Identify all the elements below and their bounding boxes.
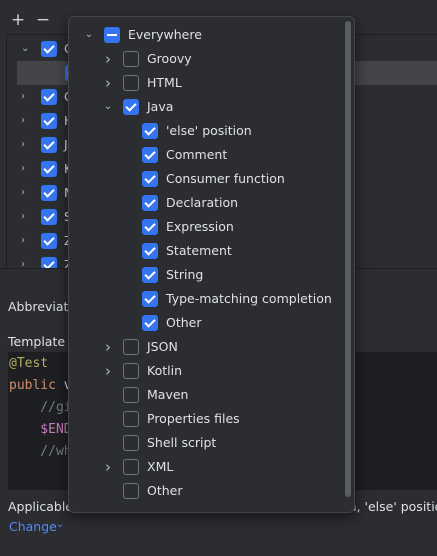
template-checkbox[interactable]	[41, 185, 57, 201]
applicable-contexts-popup: ⌄ Everywhere › Groovy › HTML ⌄ Java 'else' posit…	[68, 16, 355, 513]
context-item[interactable]: › JSON	[69, 335, 339, 359]
context-item[interactable]: Consumer function	[69, 167, 339, 191]
context-checkbox[interactable]	[123, 459, 139, 475]
code-line-1: @Test	[9, 356, 49, 371]
context-item[interactable]: › HTML	[69, 71, 339, 95]
template-checkbox[interactable]	[41, 257, 57, 268]
chevron-right-icon[interactable]: ›	[101, 339, 115, 355]
context-item-label: Other	[166, 315, 202, 330]
context-item-label: String	[166, 267, 204, 282]
context-item[interactable]: Expression	[69, 215, 339, 239]
template-checkbox[interactable]	[41, 209, 57, 225]
template-checkbox[interactable]	[41, 89, 57, 105]
context-item-label: Other	[147, 483, 183, 498]
context-item[interactable]: Declaration	[69, 191, 339, 215]
template-checkbox[interactable]	[41, 137, 57, 153]
context-checkbox[interactable]	[142, 147, 158, 163]
context-item-label: HTML	[147, 75, 182, 90]
context-item-label: Groovy	[147, 51, 192, 66]
context-checkbox[interactable]	[104, 27, 120, 43]
code-line-3: //gi	[9, 400, 72, 415]
remove-icon[interactable]: −	[33, 10, 53, 30]
chevron-right-icon[interactable]: ›	[21, 137, 33, 153]
context-item-label: XML	[147, 459, 174, 474]
context-checkbox[interactable]	[123, 363, 139, 379]
chevron-down-icon[interactable]: ⌄	[101, 99, 115, 115]
popup-scrollbar[interactable]	[345, 21, 351, 497]
context-item-label: Properties files	[147, 411, 240, 426]
code-line-5: //wh	[9, 444, 72, 459]
context-checkbox[interactable]	[142, 315, 158, 331]
code-line-2: public v	[9, 375, 72, 397]
change-link[interactable]: Change	[9, 519, 57, 534]
context-item-label: Maven	[147, 387, 189, 402]
context-item-label: 'else' position	[166, 123, 252, 138]
chevron-down-icon[interactable]: ⌄	[21, 41, 33, 57]
context-checkbox[interactable]	[123, 411, 139, 427]
chevron-right-icon[interactable]: ›	[21, 113, 33, 129]
context-item[interactable]: › Groovy	[69, 47, 339, 71]
context-checkbox[interactable]	[142, 243, 158, 259]
chevron-right-icon[interactable]: ›	[21, 161, 33, 177]
context-item-label: Comment	[166, 147, 228, 162]
context-checkbox[interactable]	[123, 99, 139, 115]
context-item[interactable]: Other	[69, 311, 339, 335]
context-checkbox[interactable]	[123, 483, 139, 499]
context-checkbox[interactable]	[142, 123, 158, 139]
context-checkbox[interactable]	[123, 51, 139, 67]
context-item-label: Expression	[166, 219, 234, 234]
context-item[interactable]: Type-matching completion	[69, 287, 339, 311]
context-item[interactable]: Statement	[69, 239, 339, 263]
context-item-label: Consumer function	[166, 171, 285, 186]
chevron-right-icon[interactable]: ›	[101, 363, 115, 379]
context-checkbox[interactable]	[142, 171, 158, 187]
template-checkbox[interactable]	[41, 233, 57, 249]
context-item-label: Declaration	[166, 195, 239, 210]
chevron-right-icon[interactable]: ›	[21, 185, 33, 201]
chevron-right-icon[interactable]: ›	[101, 75, 115, 91]
context-item[interactable]: String	[69, 263, 339, 287]
context-item[interactable]: ⌄ Everywhere	[69, 23, 339, 47]
context-item[interactable]: › Kotlin	[69, 359, 339, 383]
context-item[interactable]: ⌄ Java	[69, 95, 339, 119]
template-checkbox[interactable]	[41, 113, 57, 129]
context-item-label: Everywhere	[128, 27, 202, 42]
context-item[interactable]: Maven	[69, 383, 339, 407]
chevron-right-icon[interactable]: ›	[101, 459, 115, 475]
applicable-label: Applicable	[8, 499, 73, 514]
context-checkbox[interactable]	[142, 195, 158, 211]
chevron-right-icon[interactable]: ›	[101, 51, 115, 67]
context-checkbox[interactable]	[123, 75, 139, 91]
context-item-label: Statement	[166, 243, 232, 258]
context-checkbox[interactable]	[142, 267, 158, 283]
context-item[interactable]: Comment	[69, 143, 339, 167]
chevron-down-icon[interactable]: ⌄	[56, 519, 64, 530]
context-item[interactable]: › XML	[69, 455, 339, 479]
context-item-label: Java	[147, 99, 174, 114]
add-icon[interactable]: +	[8, 10, 28, 30]
chevron-down-icon[interactable]: ⌄	[82, 27, 96, 43]
chevron-right-icon[interactable]: ›	[21, 89, 33, 105]
code-keyword: public	[9, 378, 56, 393]
context-checkbox[interactable]	[123, 435, 139, 451]
context-checkbox[interactable]	[142, 291, 158, 307]
context-item[interactable]: Other	[69, 479, 339, 503]
code-line-4: $END	[9, 422, 72, 437]
chevron-right-icon[interactable]: ›	[21, 209, 33, 225]
context-item-label: JSON	[147, 339, 178, 354]
template-checkbox[interactable]	[41, 161, 57, 177]
template-checkbox[interactable]	[41, 41, 57, 57]
chevron-right-icon[interactable]: ›	[21, 257, 33, 268]
context-checkbox[interactable]	[123, 387, 139, 403]
context-checkbox[interactable]	[123, 339, 139, 355]
context-item[interactable]: 'else' position	[69, 119, 339, 143]
context-item[interactable]: Shell script	[69, 431, 339, 455]
chevron-right-icon[interactable]: ›	[21, 233, 33, 249]
context-checkbox[interactable]	[142, 219, 158, 235]
context-item-label: Type-matching completion	[166, 291, 332, 306]
applicable-contexts-text: on, 'else' positio	[341, 499, 437, 514]
context-item-label: Shell script	[147, 435, 217, 450]
context-item-label: Kotlin	[147, 363, 182, 378]
context-item[interactable]: Properties files	[69, 407, 339, 431]
